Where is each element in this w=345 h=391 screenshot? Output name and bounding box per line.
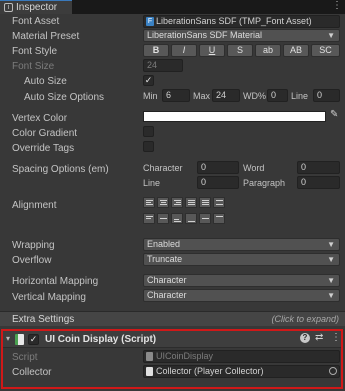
material-preset-dropdown[interactable]: LiberationSans SDF Material ▼ bbox=[143, 29, 340, 42]
align-baseline-icon[interactable] bbox=[185, 213, 197, 224]
wd-label: WD% bbox=[243, 91, 266, 101]
material-preset-label: Material Preset bbox=[12, 31, 80, 42]
overflow-value: Truncate bbox=[147, 254, 183, 264]
font-style-strikethrough-button[interactable]: S bbox=[227, 44, 253, 57]
align-right-icon[interactable] bbox=[171, 197, 183, 208]
vertex-color-swatch[interactable] bbox=[143, 111, 326, 122]
alignment-label: Alignment bbox=[12, 200, 57, 211]
wd-field[interactable]: 0 bbox=[267, 89, 288, 102]
font-asset-icon: F bbox=[146, 17, 154, 26]
max-label: Max bbox=[193, 91, 211, 101]
align-center-icon[interactable] bbox=[157, 197, 169, 208]
extra-settings-hint: (Click to expand) bbox=[271, 314, 339, 324]
horizontal-mapping-label: Horizontal Mapping bbox=[12, 276, 99, 287]
font-asset-value: LiberationSans SDF (TMP_Font Asset) bbox=[156, 16, 312, 26]
extra-settings-foldout[interactable]: Extra Settings (Click to expand) bbox=[0, 311, 345, 326]
font-style-lowercase-button[interactable]: ab bbox=[255, 44, 281, 57]
override-tags-checkbox[interactable] bbox=[143, 141, 154, 152]
chevron-down-icon: ▼ bbox=[327, 31, 335, 40]
line-spacing-field[interactable]: 0 bbox=[197, 176, 239, 189]
inspector-tab-label: Inspector bbox=[16, 2, 58, 13]
horizontal-mapping-dropdown[interactable]: Character ▼ bbox=[143, 274, 340, 287]
chevron-down-icon: ▼ bbox=[327, 255, 335, 264]
word-spacing-field[interactable]: 0 bbox=[297, 161, 340, 174]
align-middle-icon[interactable] bbox=[157, 213, 169, 224]
wrapping-dropdown[interactable]: Enabled ▼ bbox=[143, 238, 340, 251]
chevron-down-icon: ▼ bbox=[327, 291, 335, 300]
character-spacing-label: Character bbox=[143, 163, 183, 173]
chevron-down-icon: ▼ bbox=[327, 240, 335, 249]
overflow-label: Overflow bbox=[12, 255, 52, 266]
inspector-tabbar: i Inspector ⋮ bbox=[0, 0, 345, 14]
align-capline-icon[interactable] bbox=[213, 213, 225, 224]
highlight-box bbox=[1, 329, 343, 389]
align-midline-icon[interactable] bbox=[199, 213, 211, 224]
min-field[interactable]: 6 bbox=[162, 89, 190, 102]
font-style-smallcaps-button[interactable]: SC bbox=[311, 44, 340, 57]
font-style-uppercase-button[interactable]: AB bbox=[283, 44, 309, 57]
align-left-icon[interactable] bbox=[143, 197, 155, 208]
font-style-underline-button[interactable]: U bbox=[199, 44, 225, 57]
font-size-field: 24 bbox=[143, 59, 183, 72]
font-style-bold-button[interactable]: B bbox=[143, 44, 169, 57]
wrapping-label: Wrapping bbox=[12, 240, 55, 251]
color-gradient-label: Color Gradient bbox=[12, 128, 78, 139]
vertical-mapping-dropdown[interactable]: Character ▼ bbox=[143, 289, 340, 302]
vertical-mapping-value: Character bbox=[147, 290, 187, 300]
spacing-options-label: Spacing Options (em) bbox=[12, 164, 109, 175]
kebab-menu-icon[interactable]: ⋮ bbox=[332, 0, 342, 11]
line-label: Line bbox=[291, 91, 309, 101]
wrapping-value: Enabled bbox=[147, 239, 181, 249]
align-geometry-icon[interactable] bbox=[213, 197, 225, 208]
font-style-label: Font Style bbox=[12, 46, 58, 57]
align-flush-icon[interactable] bbox=[199, 197, 211, 208]
min-label: Min bbox=[143, 91, 158, 101]
extra-settings-label: Extra Settings bbox=[12, 314, 75, 325]
paragraph-spacing-label: Paragraph bbox=[243, 178, 286, 188]
color-gradient-checkbox[interactable] bbox=[143, 126, 154, 137]
character-spacing-field[interactable]: 0 bbox=[197, 161, 239, 174]
eyedropper-icon[interactable]: ✎ bbox=[330, 109, 338, 120]
align-top-icon[interactable] bbox=[143, 213, 155, 224]
line-field[interactable]: 0 bbox=[313, 89, 340, 102]
auto-size-checkbox[interactable]: ✓ bbox=[143, 75, 154, 86]
max-field[interactable]: 24 bbox=[212, 89, 240, 102]
word-spacing-label: Word bbox=[243, 163, 265, 173]
align-justify-icon[interactable] bbox=[185, 197, 197, 208]
paragraph-spacing-field[interactable]: 0 bbox=[297, 176, 340, 189]
override-tags-label: Override Tags bbox=[12, 143, 75, 154]
vertex-color-label: Vertex Color bbox=[12, 113, 68, 124]
inspector-tab[interactable]: i Inspector bbox=[0, 0, 72, 14]
auto-size-label: Auto Size bbox=[24, 76, 67, 87]
horizontal-mapping-value: Character bbox=[147, 275, 187, 285]
font-size-label: Font Size bbox=[12, 61, 55, 72]
vertical-mapping-label: Vertical Mapping bbox=[12, 292, 86, 303]
overflow-dropdown[interactable]: Truncate ▼ bbox=[143, 253, 340, 266]
material-preset-value: LiberationSans SDF Material bbox=[147, 30, 263, 40]
info-icon: i bbox=[4, 3, 13, 12]
align-bottom-icon[interactable] bbox=[171, 213, 183, 224]
chevron-down-icon: ▼ bbox=[327, 276, 335, 285]
font-asset-field[interactable]: F LiberationSans SDF (TMP_Font Asset) bbox=[143, 15, 340, 28]
auto-size-options-label: Auto Size Options bbox=[24, 92, 105, 103]
line-spacing-label: Line bbox=[143, 178, 161, 188]
font-asset-label: Font Asset bbox=[12, 16, 60, 27]
font-style-italic-button[interactable]: I bbox=[171, 44, 197, 57]
